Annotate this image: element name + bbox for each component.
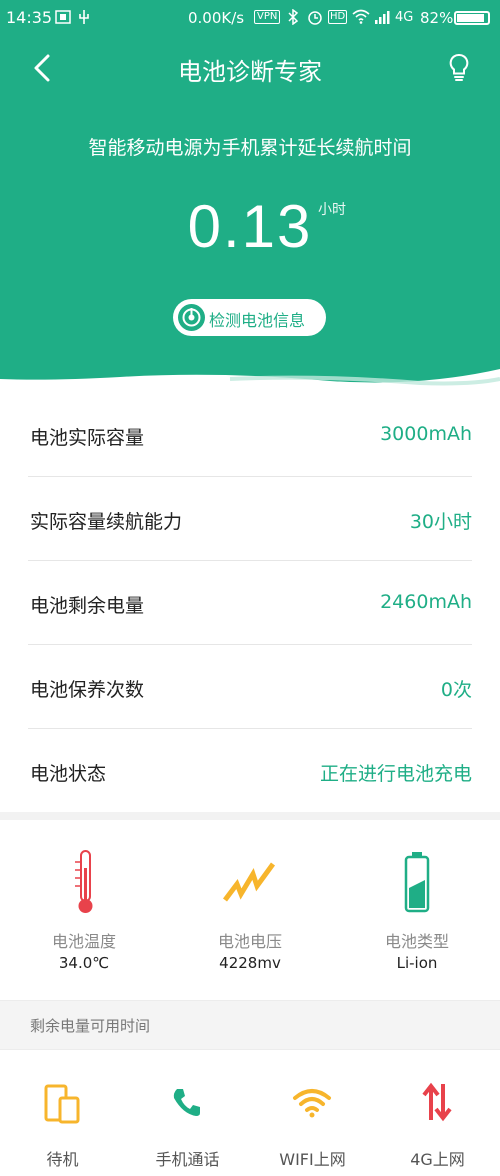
battery-status-icon (454, 11, 490, 25)
stat-value: 34.0℃ (58, 954, 110, 972)
wifi-icon (293, 1089, 331, 1118)
phone-call-icon (173, 1089, 200, 1116)
screenshot-icon (55, 10, 71, 24)
lightbulb-button[interactable] (444, 52, 474, 84)
info-value: 2460mAh (380, 591, 472, 613)
page-title: 电池诊断专家 (178, 58, 322, 86)
usage-label: 待机 (46, 1150, 79, 1169)
info-value: 正在进行电池充电 (319, 763, 472, 785)
stat-label: 电池电压 (217, 932, 282, 951)
detect-battery-button[interactable]: 检测电池信息 (173, 299, 326, 336)
stat-value: 4228mv (219, 954, 281, 972)
battery-icon (404, 852, 430, 913)
info-label: 电池剩余电量 (30, 595, 145, 617)
info-row: 电池状态 正在进行电池充电 (0, 729, 500, 813)
network-speed: 0.00K/s (188, 9, 245, 27)
usage-label: 4G上网 (410, 1150, 465, 1169)
info-row: 电池剩余电量 2460mAh (0, 561, 500, 645)
network-type: 4G (395, 10, 414, 25)
section-gap (0, 812, 500, 820)
stat-label: 电池类型 (384, 932, 449, 951)
status-time: 14:35 (6, 8, 53, 27)
signal-icon (375, 11, 390, 24)
status-bar: 14:35 0.00K/s VPN HD 4G 82% (0, 0, 500, 36)
info-row: 实际容量续航能力 30小时 (0, 477, 500, 561)
header-subtitle: 智能移动电源为手机累计延长续航时间 (88, 137, 412, 159)
extended-time-unit: 小时 (318, 202, 346, 218)
info-row: 电池实际容量 3000mAh (0, 393, 500, 477)
info-label: 电池保养次数 (30, 679, 145, 701)
remaining-time-header: 剩余电量可用时间 (0, 1000, 500, 1050)
lightning-icon (223, 862, 276, 902)
data-transfer-icon (422, 1082, 452, 1122)
info-value: 0次 (440, 679, 472, 701)
vpn-badge: VPN (254, 10, 281, 24)
wifi-status-icon (352, 9, 370, 24)
info-label: 电池实际容量 (30, 427, 145, 449)
remaining-time-label: 剩余电量可用时间 (30, 1017, 151, 1035)
info-row: 电池保养次数 0次 (0, 645, 500, 729)
info-value: 3000mAh (380, 423, 472, 445)
extended-time-value: 0.13 (187, 193, 313, 260)
bluetooth-icon (288, 9, 298, 25)
stat-label: 电池温度 (51, 932, 116, 951)
detect-button-label: 检测电池信息 (209, 311, 306, 330)
thermometer-icon (75, 850, 93, 913)
usb-icon (79, 10, 89, 24)
alarm-icon (308, 11, 322, 25)
usage-label: 手机通话 (155, 1150, 220, 1169)
standby-phone-icon (44, 1084, 80, 1124)
info-label: 电池状态 (30, 763, 107, 785)
radar-icon (178, 304, 205, 331)
info-label: 实际容量续航能力 (30, 511, 183, 533)
stat-value: Li-ion (396, 954, 438, 972)
usage-label: WIFI上网 (279, 1150, 346, 1169)
info-value: 30小时 (409, 511, 472, 533)
battery-info-list: 电池实际容量 3000mAh 实际容量续航能力 30小时 电池剩余电量 2460… (0, 393, 500, 813)
header-wave (0, 355, 500, 395)
hd-badge: HD (328, 10, 348, 24)
battery-percent: 82% (420, 9, 454, 27)
header: 14:35 0.00K/s VPN HD 4G 82% 电池诊断专家 智能移动电… (0, 0, 500, 390)
